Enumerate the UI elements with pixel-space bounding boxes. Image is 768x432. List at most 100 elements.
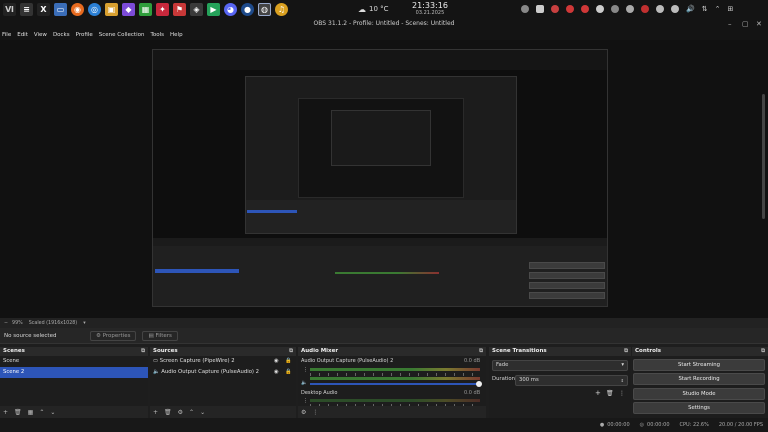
rpg-icon[interactable]: ✦ xyxy=(156,2,169,16)
grid-icon[interactable]: ⊞ xyxy=(727,5,733,13)
firefox-icon[interactable]: ◉ xyxy=(71,2,84,16)
menu-docks[interactable]: Docks xyxy=(53,32,70,38)
stepper-icon[interactable]: ⇕ xyxy=(621,376,624,385)
more-icon[interactable]: ⋮ xyxy=(312,409,318,416)
studio-mode-button[interactable]: Studio Mode xyxy=(633,388,765,400)
gear-icon[interactable]: ⚙ xyxy=(301,409,306,416)
music-icon[interactable]: ♫ xyxy=(275,2,288,16)
close-button[interactable]: ✕ xyxy=(756,19,762,29)
menu-profile[interactable]: Profile xyxy=(76,32,93,38)
add-icon[interactable]: + xyxy=(3,409,8,416)
source-item[interactable]: ▭ Screen Capture (PipeWire) 2 ◉ 🔒 xyxy=(150,356,296,367)
start-streaming-button[interactable]: Start Streaming xyxy=(633,359,765,371)
clock[interactable]: 21:33:16 03.21.2025 xyxy=(412,0,448,18)
filter-icon[interactable]: ▦ xyxy=(28,409,34,416)
menu-view[interactable]: View xyxy=(34,32,47,38)
preview-vertical-scrollbar[interactable] xyxy=(762,94,765,219)
duration-input[interactable]: 300 ms ⇕ xyxy=(515,375,628,386)
tray-icon-10[interactable] xyxy=(656,5,664,13)
dock-float-icon[interactable]: ⧉ xyxy=(141,347,145,356)
tray-icon-6[interactable] xyxy=(596,5,604,13)
dock-float-icon[interactable]: ⧉ xyxy=(761,347,765,356)
chevron-down-icon[interactable]: ▾ xyxy=(83,321,85,326)
app-icon[interactable]: ◆ xyxy=(122,2,135,16)
record-time: 00:00:00 xyxy=(607,422,630,428)
arrow-down-icon[interactable]: ⌄ xyxy=(200,409,205,416)
menu-help[interactable]: Help xyxy=(170,32,183,38)
files-icon[interactable]: ▭ xyxy=(54,2,67,16)
zoom-level[interactable]: 99% xyxy=(12,321,23,326)
obs-active-icon[interactable]: ◍ xyxy=(258,2,271,16)
terminal-icon[interactable]: ≡ xyxy=(20,2,33,16)
weather-widget[interactable]: ☁ 10 °C xyxy=(358,0,389,18)
delete-icon[interactable]: 🗑 xyxy=(14,409,22,416)
stream-time: 00:00:00 xyxy=(647,422,670,428)
scene-item[interactable]: Scene xyxy=(0,356,148,367)
tray-icon-9[interactable] xyxy=(641,5,649,13)
maximize-button[interactable]: ▢ xyxy=(742,19,749,29)
dock-float-icon[interactable]: ⧉ xyxy=(624,347,628,356)
gear-icon[interactable]: ⚙ xyxy=(178,409,183,416)
record-icon: ● xyxy=(599,422,605,428)
volume-slider-handle[interactable] xyxy=(476,381,482,387)
lock-icon[interactable]: 🔒 xyxy=(285,356,292,367)
delete-icon[interactable]: 🗑 xyxy=(606,390,614,397)
game-icon[interactable]: ▦ xyxy=(139,2,152,16)
zoom-out-icon[interactable]: − xyxy=(4,321,8,326)
browser-icon[interactable]: ◎ xyxy=(88,2,101,16)
package-icon[interactable]: ▣ xyxy=(105,2,118,16)
volume-slider[interactable] xyxy=(310,383,480,385)
eye-icon[interactable]: ◉ xyxy=(274,356,279,367)
tray-icon-1[interactable] xyxy=(521,5,529,13)
tray-icon-4[interactable] xyxy=(566,5,574,13)
more-icon[interactable]: ⋮ xyxy=(619,390,625,397)
lock-icon[interactable]: 🔒 xyxy=(285,367,292,378)
steam-icon[interactable]: ◈ xyxy=(190,2,203,16)
gamepad-icon[interactable] xyxy=(536,5,544,13)
start-recording-button[interactable]: Start Recording xyxy=(633,373,765,385)
add-icon[interactable]: + xyxy=(595,389,601,397)
controls-title: Controls xyxy=(635,348,662,354)
minimize-button[interactable]: – xyxy=(728,19,732,29)
audio-mixer-title: Audio Mixer xyxy=(301,348,339,354)
tray-icon-5[interactable] xyxy=(581,5,589,13)
obs-icon[interactable]: ● xyxy=(241,2,254,16)
speaker-icon[interactable]: 🔈 xyxy=(301,380,307,386)
menu-edit[interactable]: Edit xyxy=(17,32,28,38)
volume-icon[interactable]: 🔊 xyxy=(686,5,695,13)
scene-item-selected[interactable]: Scene 2 xyxy=(0,367,148,378)
tray-icon-8[interactable] xyxy=(626,5,634,13)
tool-icon[interactable]: ⚑ xyxy=(173,2,186,16)
eye-icon[interactable]: ◉ xyxy=(274,367,279,378)
source-item[interactable]: 🔈 Audio Output Capture (PulseAudio) 2 ◉ … xyxy=(150,367,296,378)
dock-float-icon[interactable]: ⧉ xyxy=(289,347,293,356)
menu-tools[interactable]: Tools xyxy=(150,32,164,38)
scaling-mode[interactable]: Scaled (1916x1028) xyxy=(29,321,77,326)
filters-button[interactable]: ▤ Filters xyxy=(142,330,178,341)
more-icon[interactable]: ⋮ xyxy=(303,398,308,404)
network-icon[interactable]: ⇅ xyxy=(702,5,708,13)
arrow-up-icon[interactable]: ⌃ xyxy=(39,409,44,416)
transition-select[interactable]: Fade ▾ xyxy=(492,360,628,371)
delete-icon[interactable]: 🗑 xyxy=(164,409,172,416)
menu-scene-collection[interactable]: Scene Collection xyxy=(99,32,145,38)
tray-icon-11[interactable] xyxy=(671,5,679,13)
add-icon[interactable]: + xyxy=(153,409,158,416)
settings-button[interactable]: Settings xyxy=(633,402,765,414)
launcher-icon[interactable]: Ⅵ xyxy=(3,2,16,16)
discord-icon[interactable]: ◕ xyxy=(224,2,237,16)
tray-icon-7[interactable] xyxy=(611,5,619,13)
menu-bar: File Edit View Docks Profile Scene Colle… xyxy=(0,30,768,40)
terminal2-icon[interactable]: ▶ xyxy=(207,2,220,16)
arrow-up-icon[interactable]: ⌃ xyxy=(189,409,194,416)
more-icon[interactable]: ⋮ xyxy=(303,367,308,373)
arrow-down-icon[interactable]: ⌄ xyxy=(50,409,55,416)
dock-float-icon[interactable]: ⧉ xyxy=(479,347,483,356)
chevron-up-icon[interactable]: ⌃ xyxy=(715,5,721,13)
nested-settings xyxy=(529,292,605,299)
tray-icon-3[interactable] xyxy=(551,5,559,13)
properties-button[interactable]: ⚙ Properties xyxy=(90,330,137,341)
audio-meter xyxy=(310,399,480,402)
menu-file[interactable]: File xyxy=(2,32,11,38)
x-icon[interactable]: X xyxy=(37,2,50,16)
